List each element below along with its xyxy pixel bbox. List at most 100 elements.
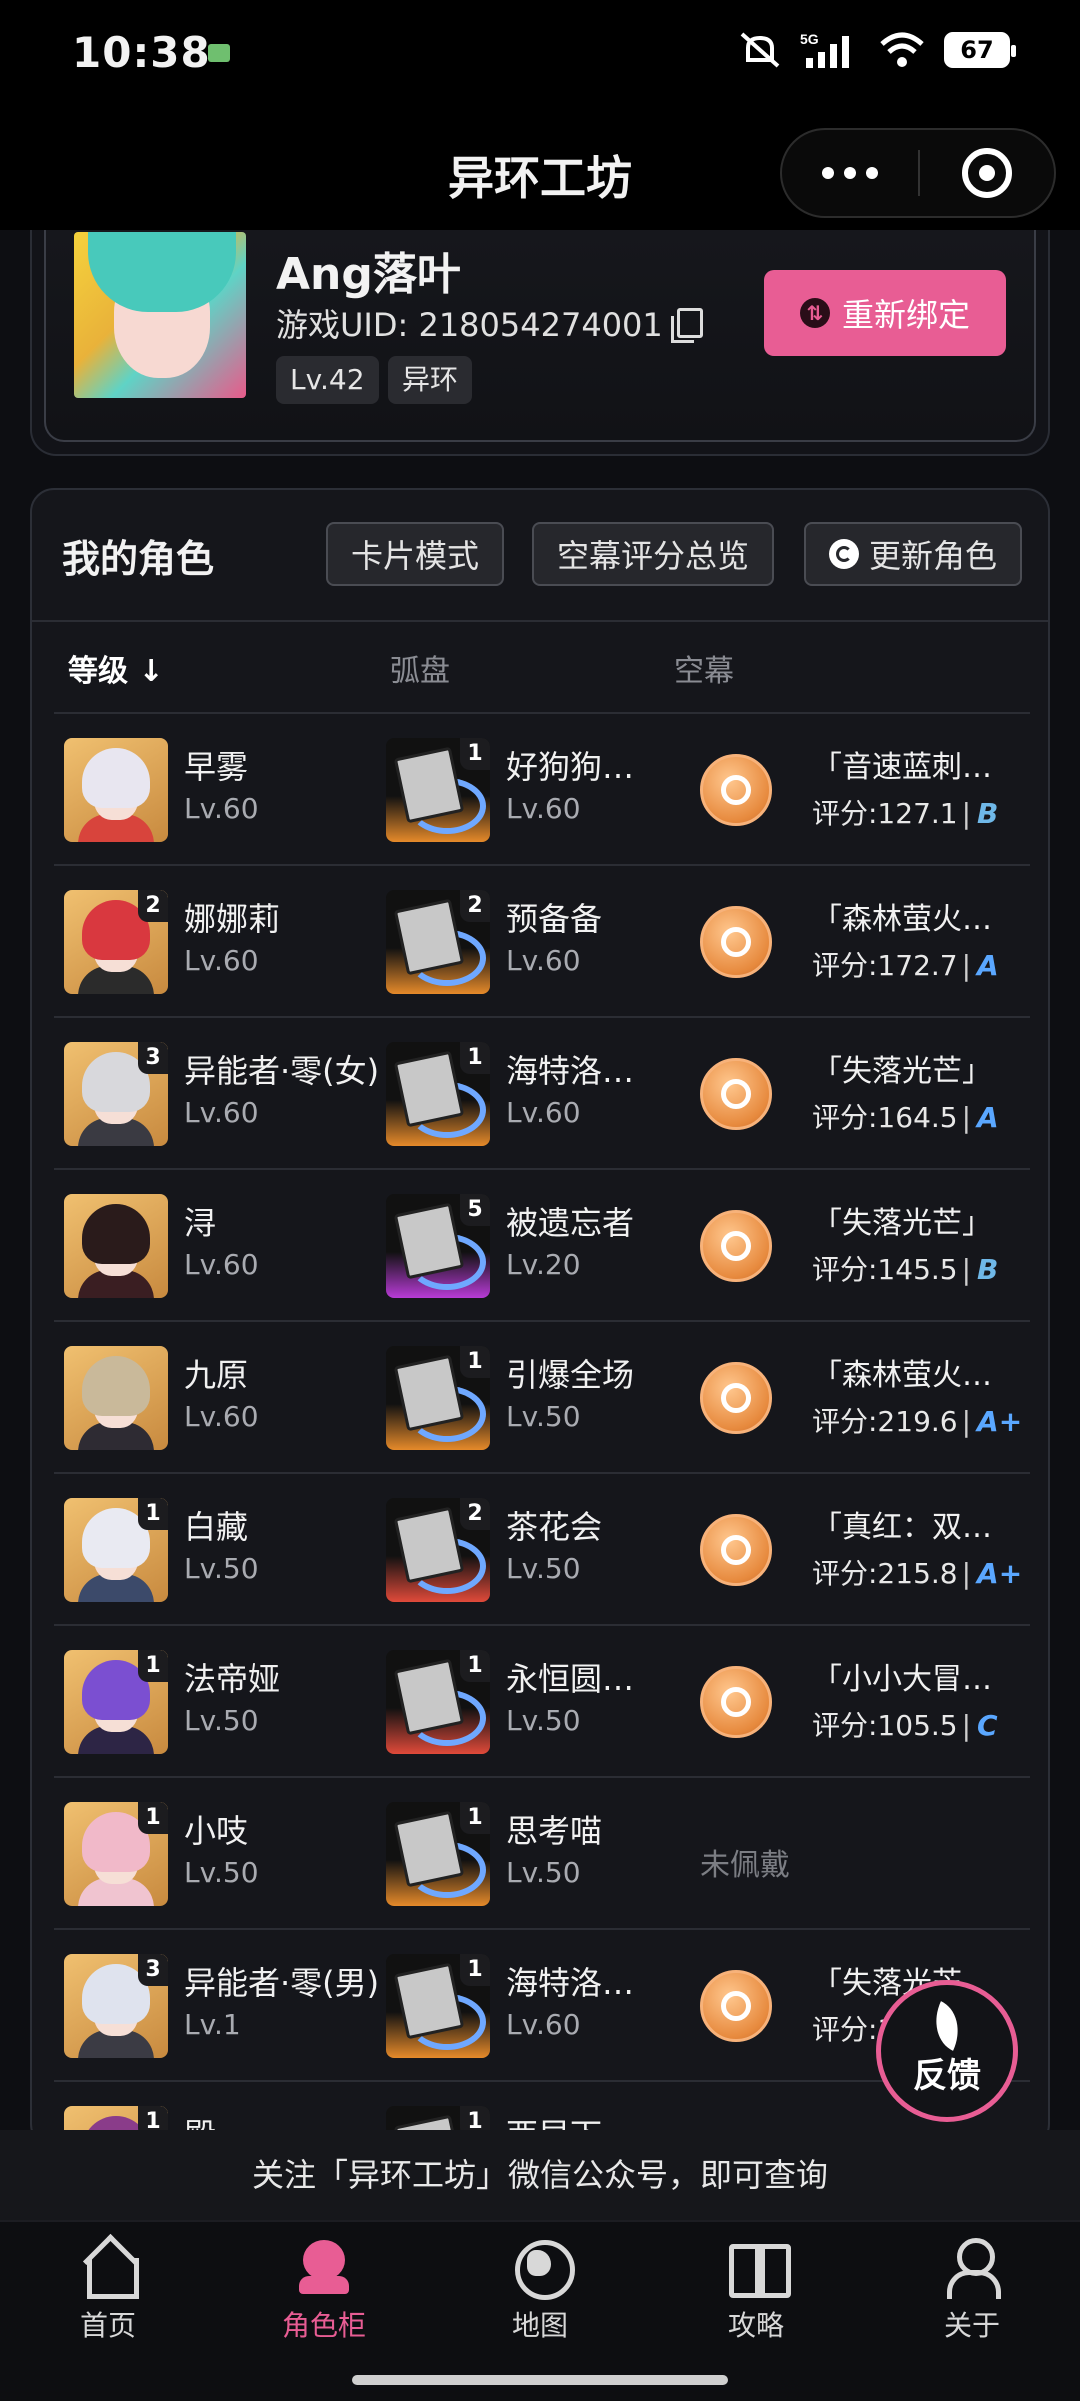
role-row[interactable]: 九原 Lv.60 1 引爆全场 Lv.50 「森林萤火… 评分:219.6 | A+ bbox=[54, 1320, 1030, 1472]
character-level: Lv.1 bbox=[184, 2008, 241, 2041]
memory-score: 评分:215.8 | A+ bbox=[812, 1557, 1023, 1590]
character-portrait: 3 bbox=[64, 1042, 168, 1146]
signal-icon: 5G bbox=[800, 31, 849, 68]
role-row[interactable]: 1 白藏 Lv.50 2 茶花会 Lv.50 「真红：双… 评分:215.8 | A+ bbox=[54, 1472, 1030, 1624]
memory-coin-icon bbox=[700, 1514, 772, 1586]
home-indicator[interactable] bbox=[352, 2375, 728, 2385]
home-icon bbox=[77, 2236, 139, 2299]
rebind-button[interactable]: ⇅ 重新绑定 bbox=[764, 270, 1006, 356]
character-rank-badge: 1 bbox=[138, 1650, 168, 1682]
score-grade: A+ bbox=[977, 1405, 1023, 1438]
memory-coin-icon bbox=[700, 1970, 772, 2042]
disc-name: 被遗忘者 bbox=[506, 1204, 635, 1242]
feedback-label: 反馈 bbox=[913, 2055, 981, 2096]
character-name: 法帝娅 bbox=[184, 1660, 281, 1698]
wifi-icon bbox=[880, 32, 924, 67]
status-icons: 5G 67 bbox=[738, 30, 1016, 70]
role-row[interactable]: 浔 Lv.60 5 被遗忘者 Lv.20 「失落光芒」 评分:145.5 | B bbox=[54, 1168, 1030, 1320]
memory-coin-icon bbox=[700, 1058, 772, 1130]
memory-not-worn: 未佩戴 bbox=[700, 1848, 790, 1883]
character-name: 异能者·零(男) bbox=[184, 1964, 380, 2002]
character-portrait: 2 bbox=[64, 890, 168, 994]
disc-level: Lv.60 bbox=[506, 2008, 581, 2041]
memory-name: 「小小大冒… bbox=[812, 1662, 992, 1697]
refresh-icon bbox=[828, 539, 859, 569]
disc-image: 1 bbox=[386, 1650, 490, 1754]
memory-name: 「森林萤火… bbox=[812, 902, 992, 937]
disc-image: 1 bbox=[386, 1954, 490, 2058]
disc-name: 预备备 bbox=[506, 900, 603, 938]
role-row[interactable]: 3 异能者·零(女) Lv.60 1 海特洛… Lv.60 「失落光芒」 评分:164.5 | A bbox=[54, 1016, 1030, 1168]
score-text: 评分:219.6 bbox=[812, 1405, 958, 1438]
tab-character-locker[interactable]: 角色柜 bbox=[244, 2236, 404, 2344]
disc-rank-badge: 1 bbox=[460, 1650, 490, 1682]
tab-label: 首页 bbox=[79, 2309, 136, 2342]
character-level: Lv.50 bbox=[184, 1856, 259, 1889]
character-level: Lv.60 bbox=[184, 944, 259, 977]
memory-coin-icon bbox=[700, 1666, 772, 1738]
character-portrait: 1 bbox=[64, 1498, 168, 1602]
card-mode-button[interactable]: 卡片模式 bbox=[326, 522, 504, 586]
memory-coin-icon bbox=[700, 1362, 772, 1434]
character-rank-badge: 2 bbox=[138, 890, 168, 922]
level-tag: Lv.42 bbox=[276, 356, 379, 404]
memory-score: 评分:145.5 | B bbox=[812, 1253, 999, 1286]
overview-button[interactable]: 空幕评分总览 bbox=[532, 522, 774, 586]
disc-name: 引爆全场 bbox=[506, 1356, 635, 1394]
feedback-button[interactable]: 反馈 bbox=[876, 1980, 1018, 2122]
score-grade: B bbox=[977, 797, 999, 830]
character-name: 娜娜莉 bbox=[184, 900, 281, 938]
game-uid: 游戏UID: 218054274001 bbox=[276, 300, 703, 346]
role-row[interactable]: 1 小吱 Lv.50 1 思考喵 Lv.50 未佩戴 bbox=[54, 1776, 1030, 1928]
map-icon bbox=[509, 2236, 575, 2300]
memory-name: 「音速蓝刺… bbox=[812, 750, 992, 785]
refresh-roles-button[interactable]: 更新角色 bbox=[804, 522, 1022, 586]
memory-score: 评分:172.7 | A bbox=[812, 949, 999, 982]
character-portrait bbox=[64, 1346, 168, 1450]
disc-name: 永恒圆… bbox=[506, 1660, 635, 1698]
divider bbox=[32, 620, 1048, 622]
memory-name: 「森林萤火… bbox=[812, 1358, 992, 1393]
miniprogram-capsule bbox=[780, 128, 1056, 218]
character-name: 浔 bbox=[184, 1204, 217, 1242]
disc-level: Lv.60 bbox=[506, 944, 581, 977]
disc-level: Lv.20 bbox=[506, 1248, 581, 1281]
disc-image: 5 bbox=[386, 1194, 490, 1298]
avatar bbox=[74, 232, 246, 398]
tab-map[interactable]: 地图 bbox=[460, 2236, 620, 2344]
character-level: Lv.50 bbox=[184, 1552, 259, 1585]
tab-guide[interactable]: 攻略 bbox=[676, 2236, 836, 2344]
tab-home[interactable]: 首页 bbox=[28, 2236, 188, 2344]
character-name: 白藏 bbox=[184, 1508, 249, 1546]
sort-level-header[interactable]: 等级 ↓ bbox=[68, 646, 164, 690]
disc-level: Lv.50 bbox=[506, 1704, 581, 1737]
close-target-icon[interactable] bbox=[920, 148, 1054, 198]
score-grade: A bbox=[977, 949, 999, 982]
memory-score: 评分:105.5 | C bbox=[812, 1709, 998, 1742]
role-row[interactable]: 1 法帝娅 Lv.50 1 永恒圆… Lv.50 「小小大冒… 评分:105.5 | C bbox=[54, 1624, 1030, 1776]
disc-rank-badge: 1 bbox=[460, 1042, 490, 1074]
disc-level: Lv.60 bbox=[506, 792, 581, 825]
memory-score: 评分:164.5 | A bbox=[812, 1101, 999, 1134]
tab-label: 关于 bbox=[943, 2309, 1000, 2342]
memory-name: 「失落光芒」 bbox=[812, 1054, 992, 1089]
role-row[interactable]: 早雾 Lv.60 1 好狗狗… Lv.60 「音速蓝刺… 评分:127.1 | B bbox=[54, 712, 1030, 864]
score-grade: A bbox=[977, 1101, 999, 1134]
disc-image: 1 bbox=[386, 1346, 490, 1450]
about-icon bbox=[941, 2236, 1003, 2299]
character-level: Lv.60 bbox=[184, 1248, 259, 1281]
score-grade: B bbox=[977, 1253, 999, 1286]
more-icon[interactable] bbox=[782, 167, 918, 179]
character-rank-badge: 1 bbox=[138, 1498, 168, 1530]
disc-level: Lv.60 bbox=[506, 1096, 581, 1129]
role-row[interactable]: 2 娜娜莉 Lv.60 2 预备备 Lv.60 「森林萤火… 评分:172.7 | A bbox=[54, 864, 1030, 1016]
disc-name: 海特洛… bbox=[506, 1964, 635, 2002]
copy-icon[interactable] bbox=[670, 308, 703, 343]
score-text: 评分:127.1 bbox=[812, 797, 958, 830]
disc-rank-badge: 2 bbox=[460, 1498, 490, 1530]
character-portrait: 1 bbox=[64, 1802, 168, 1906]
notification-icon bbox=[208, 44, 230, 62]
disc-rank-badge: 1 bbox=[460, 1954, 490, 1986]
disc-image: 1 bbox=[386, 738, 490, 842]
tab-about[interactable]: 关于 bbox=[892, 2236, 1052, 2344]
